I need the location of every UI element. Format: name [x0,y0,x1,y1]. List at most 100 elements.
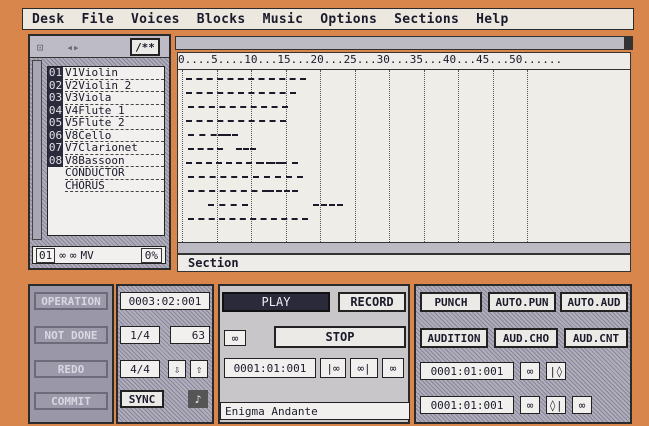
title-icon: ◂▸ [66,40,80,54]
play-button[interactable]: PLAY [222,292,330,312]
tempo-field[interactable]: 63 [170,326,210,344]
track-scrollbar[interactable] [32,60,42,240]
block-segment[interactable] [313,204,343,206]
block-segment[interactable] [188,190,268,192]
block-segment[interactable] [186,120,286,122]
bar-line [423,70,425,242]
block-segment[interactable] [188,106,288,108]
block-segment[interactable] [188,218,308,220]
arrange-titlebar[interactable] [175,36,633,50]
audition-button[interactable]: AUDITION [420,328,488,348]
punch-in-display[interactable]: 0001:01:001 [420,362,514,380]
block-segment[interactable] [253,176,303,178]
section-label: Section [177,254,631,272]
track-number: 08 [48,153,63,167]
track-name[interactable]: V1Violin [65,66,164,80]
aud-cnt-button[interactable]: AUD.CNT [564,328,628,348]
block-segment[interactable] [236,148,256,150]
current-track[interactable]: 01 [36,247,56,263]
track-percent: 0% [140,247,162,263]
aud-cho-button[interactable]: AUD.CHO [494,328,558,348]
menu-options[interactable]: Options [311,12,385,27]
bar-line [458,70,459,242]
arrange-grid[interactable] [177,70,631,242]
punch-in-loop-icon[interactable]: ∞ [520,362,540,380]
tempo-up-icon[interactable]: ⇧ [190,360,208,378]
block-segment[interactable] [186,92,296,94]
track-name[interactable]: V7Clarionet [65,141,164,155]
record-button[interactable]: RECORD [338,292,406,312]
punch-out-cycle-icon[interactable]: ∞ [572,396,592,414]
bar-line [389,70,390,242]
track-name[interactable]: V3Viola [65,91,164,105]
meter-field[interactable]: 4/4 [120,360,160,378]
bar-ruler: 0....5....10...15...20...25...30...35...… [177,52,631,70]
track-number [48,180,63,193]
menu-music[interactable]: Music [254,12,312,27]
position-display[interactable]: 0003:02:001 [120,292,210,310]
track-row[interactable]: 01 V1Violin [48,66,164,80]
tempo-down-icon[interactable]: ⇩ [168,360,186,378]
horizontal-scrollbar[interactable] [177,242,631,254]
bar-line [216,70,218,242]
punch-in-marker-icon[interactable]: |◊ [546,362,566,380]
commit-button[interactable]: COMMIT [34,392,108,410]
block-segment[interactable] [268,190,298,192]
block-segment[interactable] [208,204,248,206]
song-title-field[interactable]: Enigma Andante [220,402,410,420]
track-row[interactable]: CONDUCTOR [48,166,164,180]
menu-blocks[interactable]: Blocks [188,12,254,27]
punch-out-display[interactable]: 0001:01:001 [420,396,514,414]
cycle-icon[interactable]: ∞ [224,330,246,346]
track-name[interactable]: CHORUS [65,179,164,192]
punch-button[interactable]: PUNCH [420,292,482,312]
bar-line [320,70,321,242]
track-row[interactable]: CHORUS [48,179,164,193]
bar-line [285,70,287,242]
track-number: 07 [48,141,63,155]
punch-out-loop-icon[interactable]: ∞ [520,396,540,414]
not-done-button[interactable]: NOT DONE [34,326,108,344]
bar-line [527,70,528,242]
menu-desk[interactable]: Desk [23,12,73,27]
auto-aud-button[interactable]: AUTO.AUD [560,292,628,312]
track-number [48,167,63,180]
block-segment[interactable] [258,162,298,164]
auto-pun-button[interactable]: AUTO.PUN [488,292,556,312]
bar-line [354,70,356,242]
block-segment[interactable] [188,176,248,178]
track-name[interactable]: CONDUCTOR [65,166,164,180]
rewind-icon[interactable]: |∞ [320,358,346,378]
track-row[interactable]: 07 V7Clarionet [48,141,164,155]
track-row[interactable]: 03 V3Viola [48,91,164,105]
forward-icon[interactable]: ∞| [350,358,378,378]
sync-button[interactable]: SYNC [120,390,164,408]
track-row[interactable]: 05 V5Flute 2 [48,116,164,130]
track-number: 05 [48,116,63,130]
loop-end-icon[interactable]: ∞ [382,358,404,378]
metronome-icon[interactable]: ♪ [188,390,208,408]
menu-sections[interactable]: Sections [385,12,467,27]
quantize-field[interactable]: 1/4 [120,326,160,344]
menu-file[interactable]: File [73,12,123,27]
operation-button[interactable]: OPERATION [34,292,108,310]
locator-display[interactable]: 0001:01:001 [224,358,316,378]
loop-all-icon[interactable]: ∞ [70,249,77,262]
track-number: 01 [48,66,63,80]
block-segment[interactable] [218,134,238,136]
bar-line [492,70,494,242]
redo-button[interactable]: REDO [34,360,108,378]
loop-icon[interactable]: ∞ [59,249,66,262]
menu-voices[interactable]: Voices [122,12,188,27]
stop-button[interactable]: STOP [274,326,406,348]
menu-help[interactable]: Help [467,12,517,27]
full-size-button[interactable]: /** [130,38,160,56]
mv-button[interactable]: MV [81,249,94,262]
punch-out-marker-icon[interactable]: ◊| [546,396,566,414]
close-icon[interactable]: ⊡ [32,40,48,54]
track-name[interactable]: V5Flute 2 [65,116,164,130]
bar-line [251,70,252,242]
arrange-corner[interactable] [624,37,632,49]
block-segment[interactable] [186,78,306,80]
block-segment[interactable] [188,148,223,150]
